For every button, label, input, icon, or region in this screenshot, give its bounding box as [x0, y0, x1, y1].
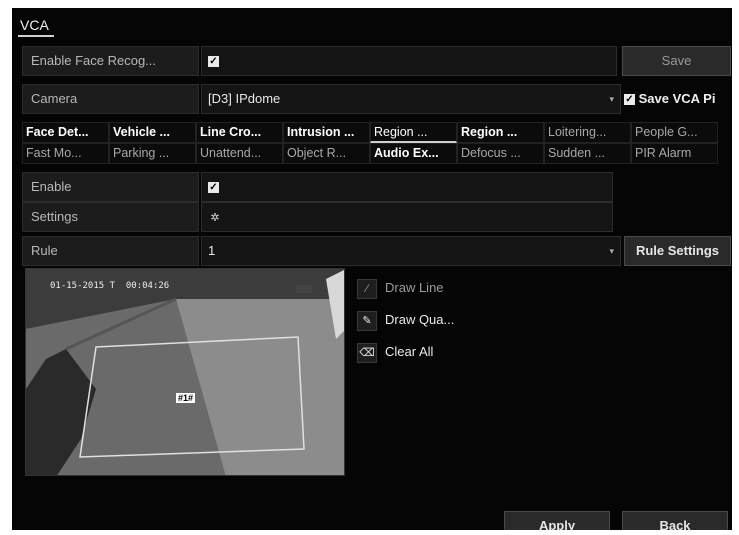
draw-line-label: Draw Line — [385, 280, 444, 295]
tab-defocus[interactable]: Defocus ... — [457, 143, 544, 164]
tab-audio-exception[interactable]: Audio Ex... — [370, 143, 457, 164]
region-label-tag: #1# — [176, 393, 196, 403]
chevron-down-icon: ▾ — [609, 94, 614, 104]
chevron-down-icon: ▾ — [609, 246, 614, 256]
clear-all-button[interactable]: ⌫ Clear All — [357, 340, 433, 364]
rule-label: Rule — [22, 236, 199, 266]
enable-label: Enable — [22, 172, 199, 202]
settings-label: Settings — [22, 202, 199, 232]
tab-vehicle-detection[interactable]: Vehicle ... — [109, 122, 196, 143]
rule-value: 1 — [208, 243, 216, 258]
camera-row: Camera [D3] IPdome ▾ ✓ Save VCA Pi — [22, 84, 732, 114]
vca-function-tabs: Face Det... Vehicle ... Line Cro... Intr… — [22, 122, 732, 164]
tab-row-1: Face Det... Vehicle ... Line Cro... Intr… — [22, 122, 732, 143]
tab-pir-alarm[interactable]: PIR Alarm — [631, 143, 718, 164]
draw-line-button[interactable]: ∕ Draw Line — [357, 276, 444, 300]
clear-icon: ⌫ — [357, 342, 377, 363]
tab-face-detection[interactable]: Face Det... — [22, 122, 109, 143]
rule-select[interactable]: 1 ▾ — [201, 236, 621, 266]
save-vca-picture-label: Save VCA Pi — [638, 91, 716, 106]
face-recognition-label: Enable Face Recog... — [22, 46, 199, 76]
tab-parking[interactable]: Parking ... — [109, 143, 196, 164]
save-button[interactable]: Save — [622, 46, 731, 76]
tab-object-removal[interactable]: Object R... — [283, 143, 370, 164]
tab-loitering[interactable]: Loitering... — [544, 122, 631, 143]
detection-region-overlay[interactable] — [26, 269, 345, 476]
rule-row: Rule 1 ▾ Rule Settings — [22, 236, 732, 266]
camera-label: Camera — [22, 84, 199, 114]
draw-quadrilateral-label: Draw Qua... — [385, 312, 455, 327]
apply-button[interactable]: Apply — [504, 511, 610, 530]
back-button[interactable]: Back — [622, 511, 728, 530]
tab-region-entrance[interactable]: Region ... — [370, 122, 457, 143]
vca-window: VCA Enable Face Recog... ✓ Save Camera [… — [12, 8, 732, 530]
save-vca-picture-checkbox[interactable]: ✓ — [624, 94, 635, 106]
draw-line-icon: ∕ — [357, 278, 377, 299]
tab-fast-moving[interactable]: Fast Mo... — [22, 143, 109, 164]
face-recognition-checkbox[interactable]: ✓ — [208, 56, 219, 68]
face-recognition-value: ✓ — [201, 46, 617, 76]
tab-unattended-baggage[interactable]: Unattend... — [196, 143, 283, 164]
save-vca-picture-option[interactable]: ✓ Save VCA Pi — [624, 84, 732, 114]
face-recognition-row: Enable Face Recog... ✓ Save — [22, 46, 732, 76]
tab-underline — [18, 35, 54, 37]
edit-icon: ✎ — [357, 310, 377, 331]
tab-intrusion-detection[interactable]: Intrusion ... — [283, 122, 370, 143]
camera-value: [D3] IPdome — [208, 91, 281, 106]
gear-icon[interactable]: ✲ — [208, 204, 222, 232]
tab-line-crossing[interactable]: Line Cro... — [196, 122, 283, 143]
clear-all-label: Clear All — [385, 344, 434, 359]
enable-row: Enable ✓ — [22, 172, 614, 202]
camera-preview[interactable]: 01-15-2015 T 00:04:26 #1# — [25, 268, 345, 476]
tab-people-gathering[interactable]: People G... — [631, 122, 718, 143]
draw-quadrilateral-button[interactable]: ✎ Draw Qua... — [357, 308, 454, 332]
tab-vca[interactable]: VCA — [18, 14, 51, 36]
tab-sudden-scene-change[interactable]: Sudden ... — [544, 143, 631, 164]
enable-value: ✓ — [201, 172, 613, 202]
enable-checkbox[interactable]: ✓ — [208, 182, 219, 194]
camera-select[interactable]: [D3] IPdome ▾ — [201, 84, 621, 114]
settings-row: Settings ✲ — [22, 202, 614, 232]
rule-settings-button[interactable]: Rule Settings — [624, 236, 731, 266]
tab-region-exiting[interactable]: Region ... — [457, 122, 544, 143]
tab-row-2: Fast Mo... Parking ... Unattend... Objec… — [22, 143, 732, 164]
settings-value: ✲ — [201, 202, 613, 232]
